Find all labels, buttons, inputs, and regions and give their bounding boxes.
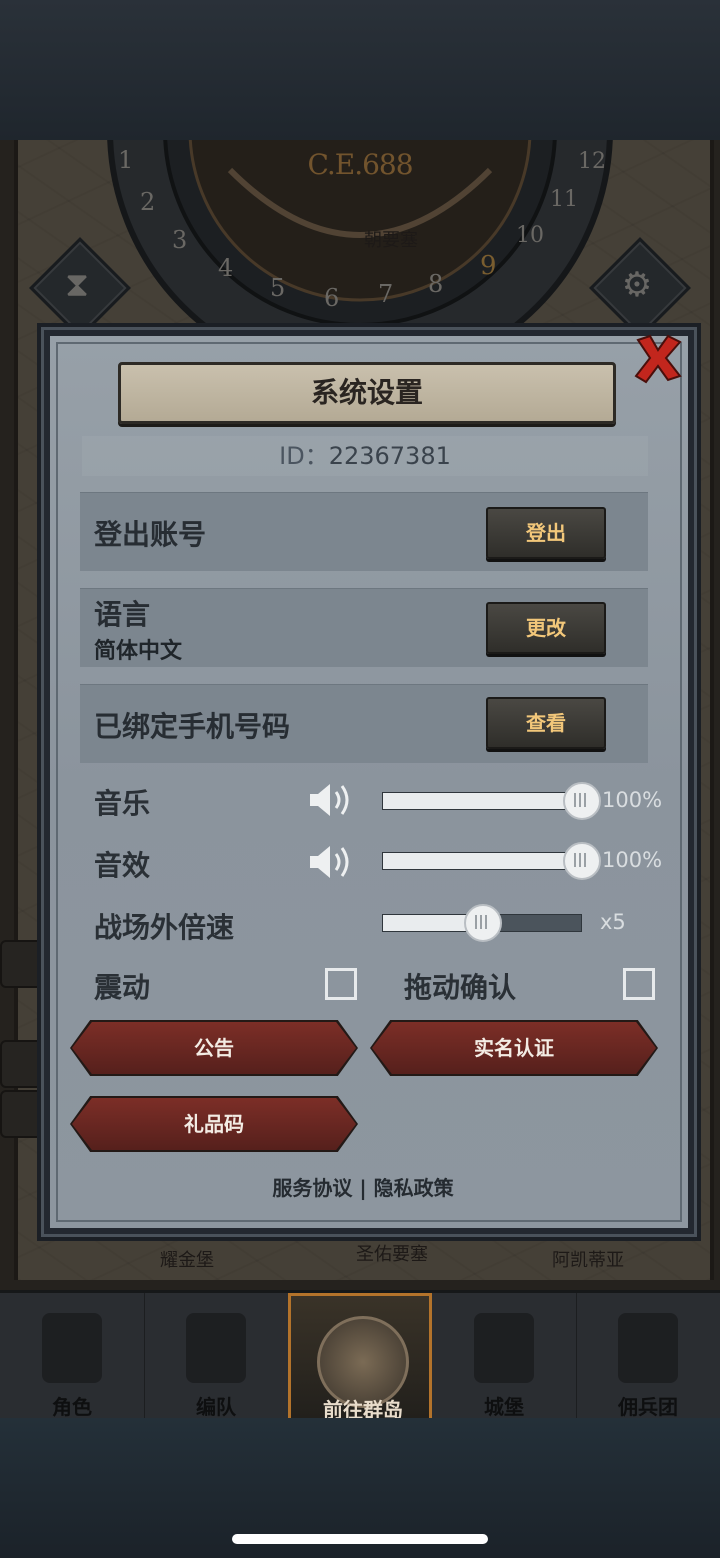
music-slider-fill <box>383 793 581 809</box>
logout-button[interactable]: 登出 <box>486 507 606 559</box>
legal-links: 服务协议 | 隐私政策 <box>80 1172 646 1201</box>
logout-label: 登出账号 <box>94 518 207 551</box>
vibration-checkbox[interactable] <box>325 968 357 1000</box>
speed-slider[interactable] <box>382 904 582 942</box>
knight-icon <box>42 1313 102 1383</box>
music-label: 音乐 <box>94 787 151 820</box>
music-percent: 100% <box>602 788 663 812</box>
drag-confirm-label: 拖动确认 <box>404 971 517 1004</box>
home-indicator[interactable] <box>232 1534 488 1544</box>
nav-tab-label: 佣兵团 <box>618 1395 678 1419</box>
player-id-label: ID： <box>279 442 329 470</box>
speaker-icon[interactable] <box>306 842 354 882</box>
link-separator: | <box>359 1176 367 1200</box>
change-language-button[interactable]: 更改 <box>486 602 606 654</box>
language-label: 语言 <box>94 598 151 631</box>
nav-tab-castle[interactable]: 城堡 <box>432 1293 577 1421</box>
speed-slider-knob[interactable] <box>464 904 502 942</box>
player-id-value: 22367381 <box>328 442 451 470</box>
nav-tab-label: 城堡 <box>484 1395 524 1419</box>
speaker-icon[interactable] <box>306 780 354 820</box>
nav-tab-character[interactable]: 角色 <box>0 1293 145 1421</box>
nav-tab-label: 角色 <box>52 1395 92 1419</box>
nav-tab-label: 编队 <box>196 1395 236 1419</box>
drag-confirm-checkbox[interactable] <box>623 968 655 1000</box>
gift-code-button[interactable]: 礼品码 <box>72 1098 356 1150</box>
notice-button[interactable]: 公告 <box>72 1022 356 1074</box>
terms-link[interactable]: 服务协议 <box>272 1176 352 1200</box>
nav-tab-team[interactable]: 编队 <box>144 1293 289 1421</box>
dialog-title-plate: 系统设置 <box>118 362 616 424</box>
castle-icon <box>474 1313 534 1383</box>
top-status-area <box>0 0 720 140</box>
realname-verify-button[interactable]: 实名认证 <box>372 1022 656 1074</box>
sfx-label: 音效 <box>94 849 151 882</box>
player-id: ID：22367381 <box>82 436 648 476</box>
music-slider-knob[interactable] <box>563 782 601 820</box>
privacy-link[interactable]: 隐私政策 <box>374 1176 454 1200</box>
speed-label: 战场外倍速 <box>94 911 235 944</box>
sfx-slider-knob[interactable] <box>563 842 601 880</box>
nav-tab-islands[interactable]: 前往群岛 <box>288 1293 432 1422</box>
sfx-slider-fill <box>383 853 581 869</box>
music-slider[interactable] <box>382 782 601 820</box>
dialog-title: 系统设置 <box>310 376 423 409</box>
sfx-percent: 100% <box>602 848 663 872</box>
vibration-label: 震动 <box>94 971 151 1004</box>
view-phone-button[interactable]: 查看 <box>486 697 606 749</box>
language-value: 简体中文 <box>94 639 183 664</box>
nav-tab-mercenary[interactable]: 佣兵团 <box>576 1293 720 1421</box>
sfx-slider[interactable] <box>382 842 601 880</box>
helmet-icon <box>186 1313 246 1383</box>
speed-value: x5 <box>600 910 626 934</box>
banner-icon <box>618 1313 678 1383</box>
bottom-nav: 角色 编队 前往群岛 城堡 佣兵团 <box>0 1290 720 1422</box>
close-icon[interactable] <box>632 332 684 384</box>
phone-label: 已绑定手机号码 <box>94 710 291 743</box>
